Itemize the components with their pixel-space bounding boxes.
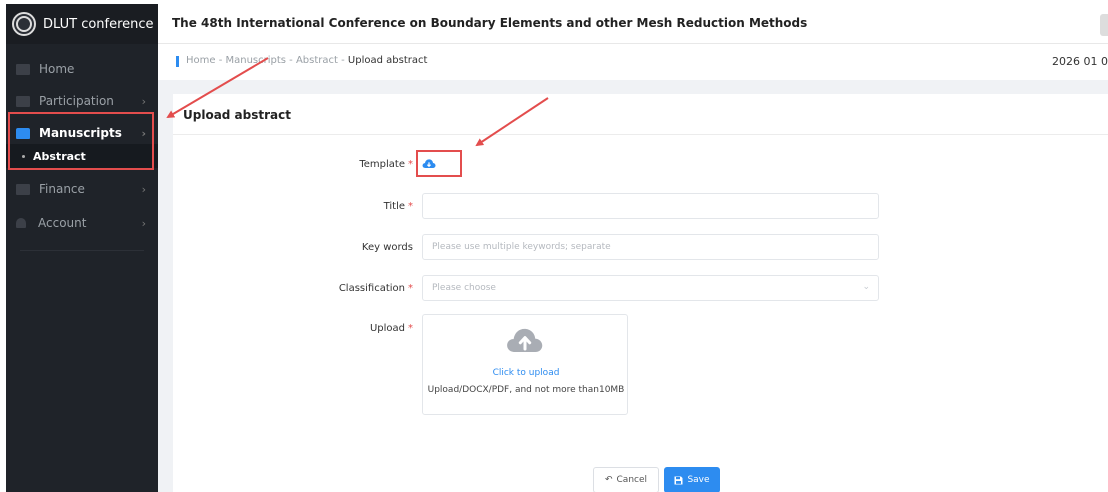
cloud-upload-icon — [507, 328, 543, 352]
top-header: The 48th International Conference on Bou… — [158, 4, 1108, 44]
sidebar-item-label: Finance — [39, 182, 85, 196]
annotation-highlight-box — [8, 112, 154, 170]
click-to-upload-link[interactable]: Click to upload — [423, 368, 629, 378]
app-window: DLUT conference » Home Participation › M… — [6, 4, 1108, 492]
template-label-text: Template — [359, 159, 405, 170]
credit-card-icon — [16, 183, 30, 195]
sidebar-item-account[interactable]: Account › — [6, 206, 158, 240]
title-label-text: Title — [383, 201, 405, 212]
classification-label: Classification * — [173, 283, 413, 294]
breadcrumb-marker — [176, 56, 179, 67]
template-label: Template * — [173, 159, 413, 170]
required-mark: * — [408, 159, 413, 170]
required-mark: * — [408, 201, 413, 212]
sidebar-divider — [20, 250, 144, 251]
keywords-input[interactable] — [422, 234, 879, 260]
sidebar-item-finance[interactable]: Finance › — [6, 172, 158, 206]
breadcrumb-bar: Home - Manuscripts - Abstract - Upload a… — [158, 44, 1108, 80]
classification-select[interactable]: Please choose ⌄ — [422, 275, 879, 301]
cancel-label: Cancel — [616, 475, 648, 485]
brand-name: DLUT conference — [43, 16, 154, 32]
save-button[interactable]: Save — [664, 467, 720, 492]
title-input[interactable] — [422, 193, 879, 219]
chevron-right-icon: › — [141, 182, 146, 196]
floppy-disk-icon — [674, 476, 683, 484]
annotation-highlight-box — [416, 150, 462, 177]
cancel-button[interactable]: ↶ Cancel — [593, 467, 659, 492]
required-mark: * — [408, 323, 413, 334]
undo-icon: ↶ — [604, 475, 613, 485]
title-label: Title * — [173, 201, 413, 212]
user-icon — [16, 218, 26, 228]
home-icon — [16, 63, 30, 75]
conference-title: The 48th International Conference on Bou… — [172, 16, 808, 30]
upload-abstract-card: Upload abstract Template * Title * Key wor… — [173, 94, 1108, 492]
upload-hint: Upload/DOCX/PDF, and not more than10MB — [427, 385, 625, 395]
sidebar-item-label: Home — [39, 62, 75, 76]
brand[interactable]: DLUT conference » — [6, 4, 164, 44]
avatar[interactable] — [1100, 14, 1108, 36]
required-mark: * — [408, 283, 413, 294]
participation-icon — [16, 95, 30, 107]
sidebar-item-home[interactable]: Home — [6, 52, 158, 86]
keywords-label: Key words — [361, 242, 413, 253]
save-label: Save — [687, 475, 710, 485]
classification-placeholder: Please choose — [432, 283, 496, 293]
chevron-right-icon: › — [141, 216, 146, 230]
breadcrumb: Home - Manuscripts - Abstract - Upload a… — [186, 55, 427, 66]
upload-dropzone[interactable]: Click to upload Upload/DOCX/PDF, and not… — [422, 314, 628, 415]
university-logo-icon — [12, 12, 36, 36]
page-title: Upload abstract — [183, 108, 291, 122]
upload-label: Upload * — [173, 323, 413, 334]
sidebar-item-label: Account — [38, 216, 87, 230]
sidebar: DLUT conference » Home Participation › M… — [6, 4, 164, 492]
upload-label-text: Upload — [369, 323, 405, 334]
chevron-down-icon: ⌄ — [862, 282, 870, 292]
current-date: 2026 01 0 — [1052, 55, 1108, 68]
breadcrumb-current: Upload abstract — [347, 55, 428, 66]
card-divider — [173, 134, 1108, 135]
chevron-right-icon: › — [141, 94, 146, 108]
breadcrumb-path[interactable]: Home - Manuscripts - Abstract - — [186, 55, 348, 66]
sidebar-item-label: Participation — [39, 94, 114, 108]
classification-label-text: Classification — [338, 283, 405, 294]
